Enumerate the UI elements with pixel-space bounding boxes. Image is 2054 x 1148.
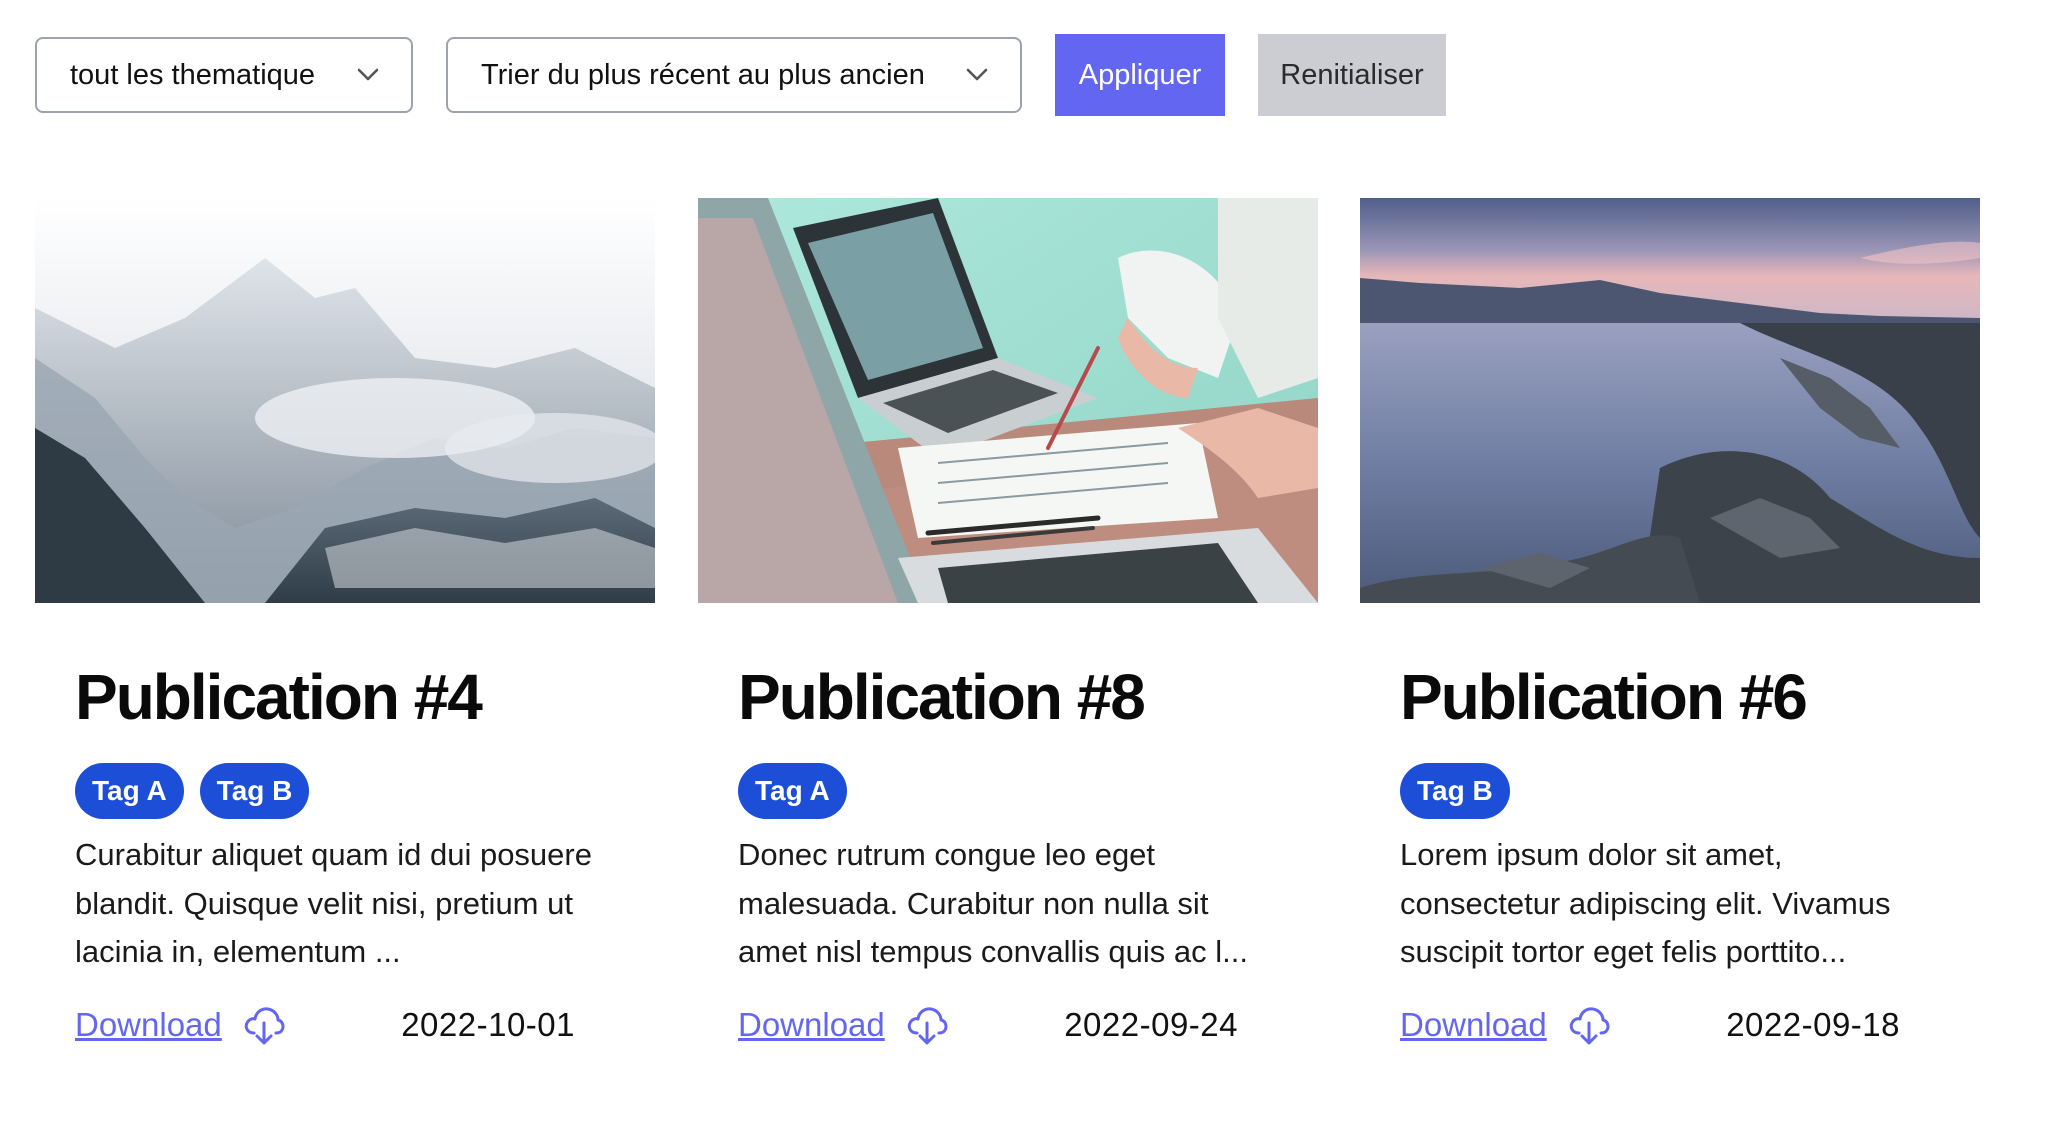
tag-badge[interactable]: Tag B [1400,763,1510,819]
publication-card: Publication #6 Tag B Lorem ipsum dolor s… [1360,198,1980,1051]
chevron-down-icon [964,62,990,88]
card-title[interactable]: Publication #6 [1400,661,1940,733]
tag-list: Tag A Tag B [75,763,615,819]
sort-select[interactable]: Trier du plus récent au plus ancien [446,37,1022,113]
publication-card: Publication #8 Tag A Donec rutrum congue… [698,198,1318,1051]
tag-badge[interactable]: Tag B [199,763,310,819]
download-link[interactable]: Download [75,1006,222,1044]
publication-date: 2022-09-24 [1064,1005,1238,1043]
card-description: Lorem ipsum dolor sit amet, consectetur … [1400,837,1891,969]
theme-select[interactable]: tout les thematique [35,37,413,113]
filter-bar: tout les thematique Trier du plus récent… [35,34,1446,116]
mountain-image [35,198,655,603]
cloud-download-icon[interactable] [905,1003,949,1047]
cloud-download-icon[interactable] [242,1003,286,1047]
card-title[interactable]: Publication #4 [75,661,615,733]
tag-list: Tag B [1400,763,1940,819]
download-link[interactable]: Download [1400,1006,1547,1044]
card-footer: Download 2022-09-18 [1400,999,1940,1051]
publication-card: Publication #4 Tag A Tag B Curabitur ali… [35,198,655,1051]
card-footer: Download 2022-10-01 [75,999,615,1051]
theme-select-value: tout les thematique [70,58,316,91]
apply-button[interactable]: Appliquer [1055,34,1225,116]
tag-list: Tag A [738,763,1278,819]
card-description: Donec rutrum congue leo eget malesuada. … [738,837,1248,969]
tag-badge[interactable]: Tag A [738,763,847,819]
reset-button[interactable]: Renitialiser [1258,34,1446,116]
chevron-down-icon [355,62,381,88]
card-footer: Download 2022-09-24 [738,999,1278,1051]
coastline-image [1360,198,1980,603]
cloud-download-icon[interactable] [1567,1003,1611,1047]
card-title[interactable]: Publication #8 [738,661,1278,733]
sort-select-value: Trier du plus récent au plus ancien [481,58,925,91]
tag-badge[interactable]: Tag A [75,763,184,819]
publication-date: 2022-10-01 [401,1005,575,1043]
publication-date: 2022-09-18 [1726,1005,1900,1043]
card-description: Curabitur aliquet quam id dui posuere bl… [75,837,592,969]
download-link[interactable]: Download [738,1006,885,1044]
laptop-workspace-image [698,198,1318,603]
